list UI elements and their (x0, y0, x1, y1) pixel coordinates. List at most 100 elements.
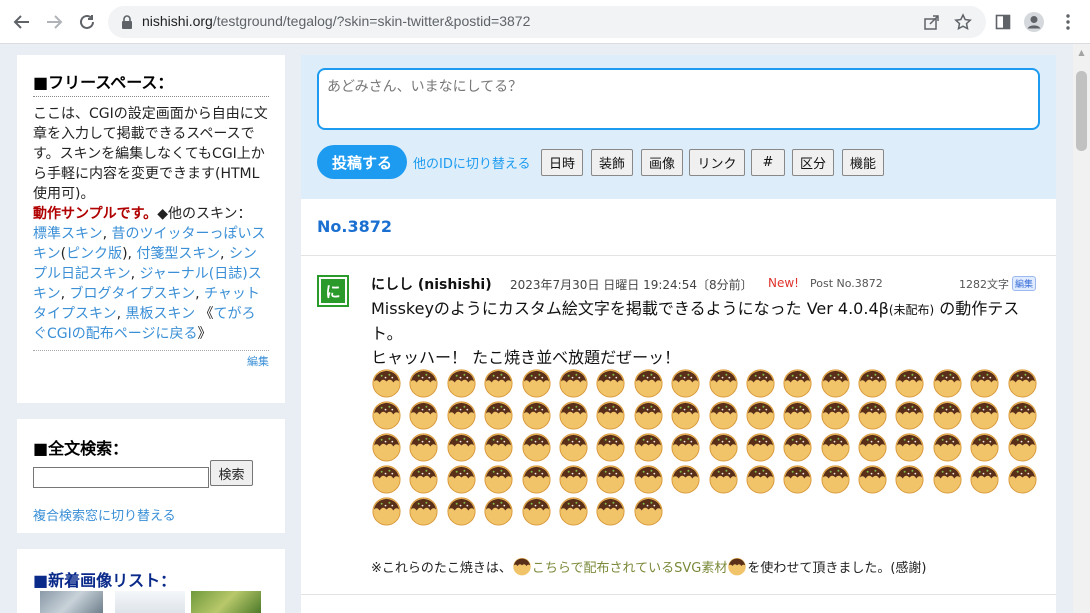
takoyaki-emoji (558, 399, 589, 430)
takoyaki-emoji (820, 399, 851, 430)
takoyaki-emoji (371, 399, 402, 430)
switch-id-link[interactable]: 他のIDに切り替える (413, 153, 530, 172)
new-badge: New! (768, 276, 799, 290)
skin-link[interactable]: 付箋型スキン (136, 246, 220, 262)
post-body: Misskeyのようにカスタム絵文字を掲載できるようになった Ver 4.0.4… (371, 297, 1041, 370)
takoyaki-emoji (521, 367, 552, 398)
takoyaki-emoji (670, 367, 701, 398)
skin-link[interactable]: ブログタイプスキン (70, 286, 196, 302)
skin-link[interactable]: ピンク版 (66, 246, 122, 262)
hashtag-button[interactable]: # (751, 149, 785, 176)
address-bar[interactable]: nishishi.org/testground/tegalog/?skin=sk… (108, 6, 986, 38)
author-avatar[interactable]: に (317, 275, 349, 307)
scroll-up-arrow-icon[interactable]: ▲ (1073, 44, 1090, 61)
takoyaki-emoji (894, 367, 925, 398)
post-text: ヒャッハー！ たこ焼き並べ放題だぜーッ！ (371, 348, 681, 367)
search-button[interactable]: 検索 (210, 460, 253, 486)
takoyaki-emoji (446, 399, 477, 430)
takoyaki-emoji (708, 367, 739, 398)
takoyaki-emoji (932, 367, 963, 398)
function-button[interactable]: 機能 (842, 149, 884, 176)
complex-search-link[interactable]: 複合検索窓に切り替える (33, 505, 269, 524)
link-button[interactable]: リンク (689, 149, 745, 176)
author-name[interactable]: にしし (nishishi) (371, 274, 492, 294)
menu-kebab-icon[interactable] (1056, 10, 1080, 34)
back-arrow-icon[interactable] (9, 9, 35, 35)
separator: ), (122, 246, 137, 262)
takoyaki-emoji (633, 495, 664, 526)
takoyaki-emoji (483, 399, 514, 430)
image-thumbnail[interactable] (191, 591, 261, 613)
takoyaki-emoji (820, 431, 851, 462)
category-button[interactable]: 区分 (792, 149, 834, 176)
takoyaki-emoji (521, 431, 552, 462)
decoration-button[interactable]: 装飾 (591, 149, 633, 176)
takoyaki-emoji (558, 463, 589, 494)
takoyaki-emoji (969, 463, 1000, 494)
takoyaki-emoji (745, 399, 776, 430)
bracket-open: 《 (199, 306, 214, 322)
takoyaki-emoji (633, 431, 664, 462)
separator: , (116, 306, 126, 322)
takoyaki-emoji (932, 463, 963, 494)
post-footnote: ※これらのたこ焼きは、 こちらで配布されているSVG素材 を使わせて頂きました。… (371, 556, 927, 576)
takoyaki-emoji (483, 367, 514, 398)
skin-link[interactable]: 標準スキン (33, 226, 103, 242)
takoyaki-emoji (371, 367, 402, 398)
takoyaki-emoji (558, 495, 589, 526)
takoyaki-emoji (1007, 463, 1038, 494)
takoyaki-emoji (670, 431, 701, 462)
post-text: Misskeyのようにカスタム絵文字を掲載できるようになった Ver 4.0.4… (371, 299, 889, 318)
takoyaki-emoji (558, 431, 589, 462)
takoyaki-emoji (1007, 367, 1038, 398)
post-composer: あどみさん、いまなにしてる？ 投稿する 他のIDに切り替える 日時 装飾 画像 … (301, 55, 1056, 199)
side-panel-icon[interactable] (991, 10, 1015, 34)
takoyaki-emoji (446, 367, 477, 398)
forward-arrow-icon[interactable] (41, 9, 67, 35)
profile-avatar-icon[interactable] (1022, 10, 1046, 34)
post-textarea[interactable]: あどみさん、いまなにしてる？ (317, 68, 1040, 130)
takoyaki-emoji (857, 399, 888, 430)
takoyaki-emoji (483, 495, 514, 526)
takoyaki-emoji (483, 463, 514, 494)
image-thumbnail[interactable] (115, 591, 185, 613)
post-text-small: (未配布) (888, 303, 935, 317)
reload-icon[interactable] (74, 9, 100, 35)
takoyaki-emoji (969, 367, 1000, 398)
takoyaki-emoji (595, 431, 626, 462)
free-space-content: ここは、CGIの設定画面から自由に文章を入力して掲載できるスペースです。スキンを… (33, 104, 269, 344)
post-button[interactable]: 投稿する (317, 145, 407, 179)
post-date[interactable]: 2023年7月30日 日曜日 19:24:54〔8分前〕 (510, 276, 753, 293)
page-scrollbar[interactable]: ▲ (1073, 44, 1090, 613)
post-number-heading[interactable]: No.3872 (317, 217, 392, 236)
takoyaki-emoji (371, 463, 402, 494)
post-number-link[interactable]: Post No.3872 (810, 277, 883, 290)
bookmark-star-icon[interactable] (951, 10, 975, 34)
takoyaki-emoji (782, 399, 813, 430)
scroll-thumb[interactable] (1076, 71, 1087, 151)
takoyaki-emoji (371, 431, 402, 462)
takoyaki-emoji (857, 463, 888, 494)
post-panel: No.3872 に にしし (nishishi) 2023年7月30日 日曜日 … (301, 199, 1056, 613)
emoji-grid (371, 367, 1051, 527)
search-input[interactable] (33, 467, 209, 488)
footnote-text: ※これらのたこ焼きは、 (371, 560, 512, 576)
share-icon[interactable] (920, 10, 944, 34)
separator: , (130, 266, 140, 282)
takoyaki-emoji (633, 463, 664, 494)
takoyaki-emoji (820, 367, 851, 398)
image-button[interactable]: 画像 (641, 149, 683, 176)
svg-source-link[interactable]: こちらで配布されているSVG素材 (532, 557, 727, 576)
demo-label: 動作サンプルです。 (33, 206, 158, 222)
takoyaki-emoji (408, 463, 439, 494)
free-space-edit-link[interactable]: 編集 (33, 350, 269, 369)
browser-toolbar: nishishi.org/testground/tegalog/?skin=sk… (0, 0, 1090, 44)
datetime-button[interactable]: 日時 (541, 149, 583, 176)
takoyaki-emoji (708, 463, 739, 494)
edit-button[interactable]: 編集 (1012, 276, 1037, 291)
image-thumbnail[interactable] (40, 591, 103, 613)
skin-link[interactable]: 黒板スキン (126, 306, 196, 322)
takoyaki-emoji (446, 431, 477, 462)
takoyaki-emoji (969, 399, 1000, 430)
avatar-glyph: に (321, 279, 345, 303)
